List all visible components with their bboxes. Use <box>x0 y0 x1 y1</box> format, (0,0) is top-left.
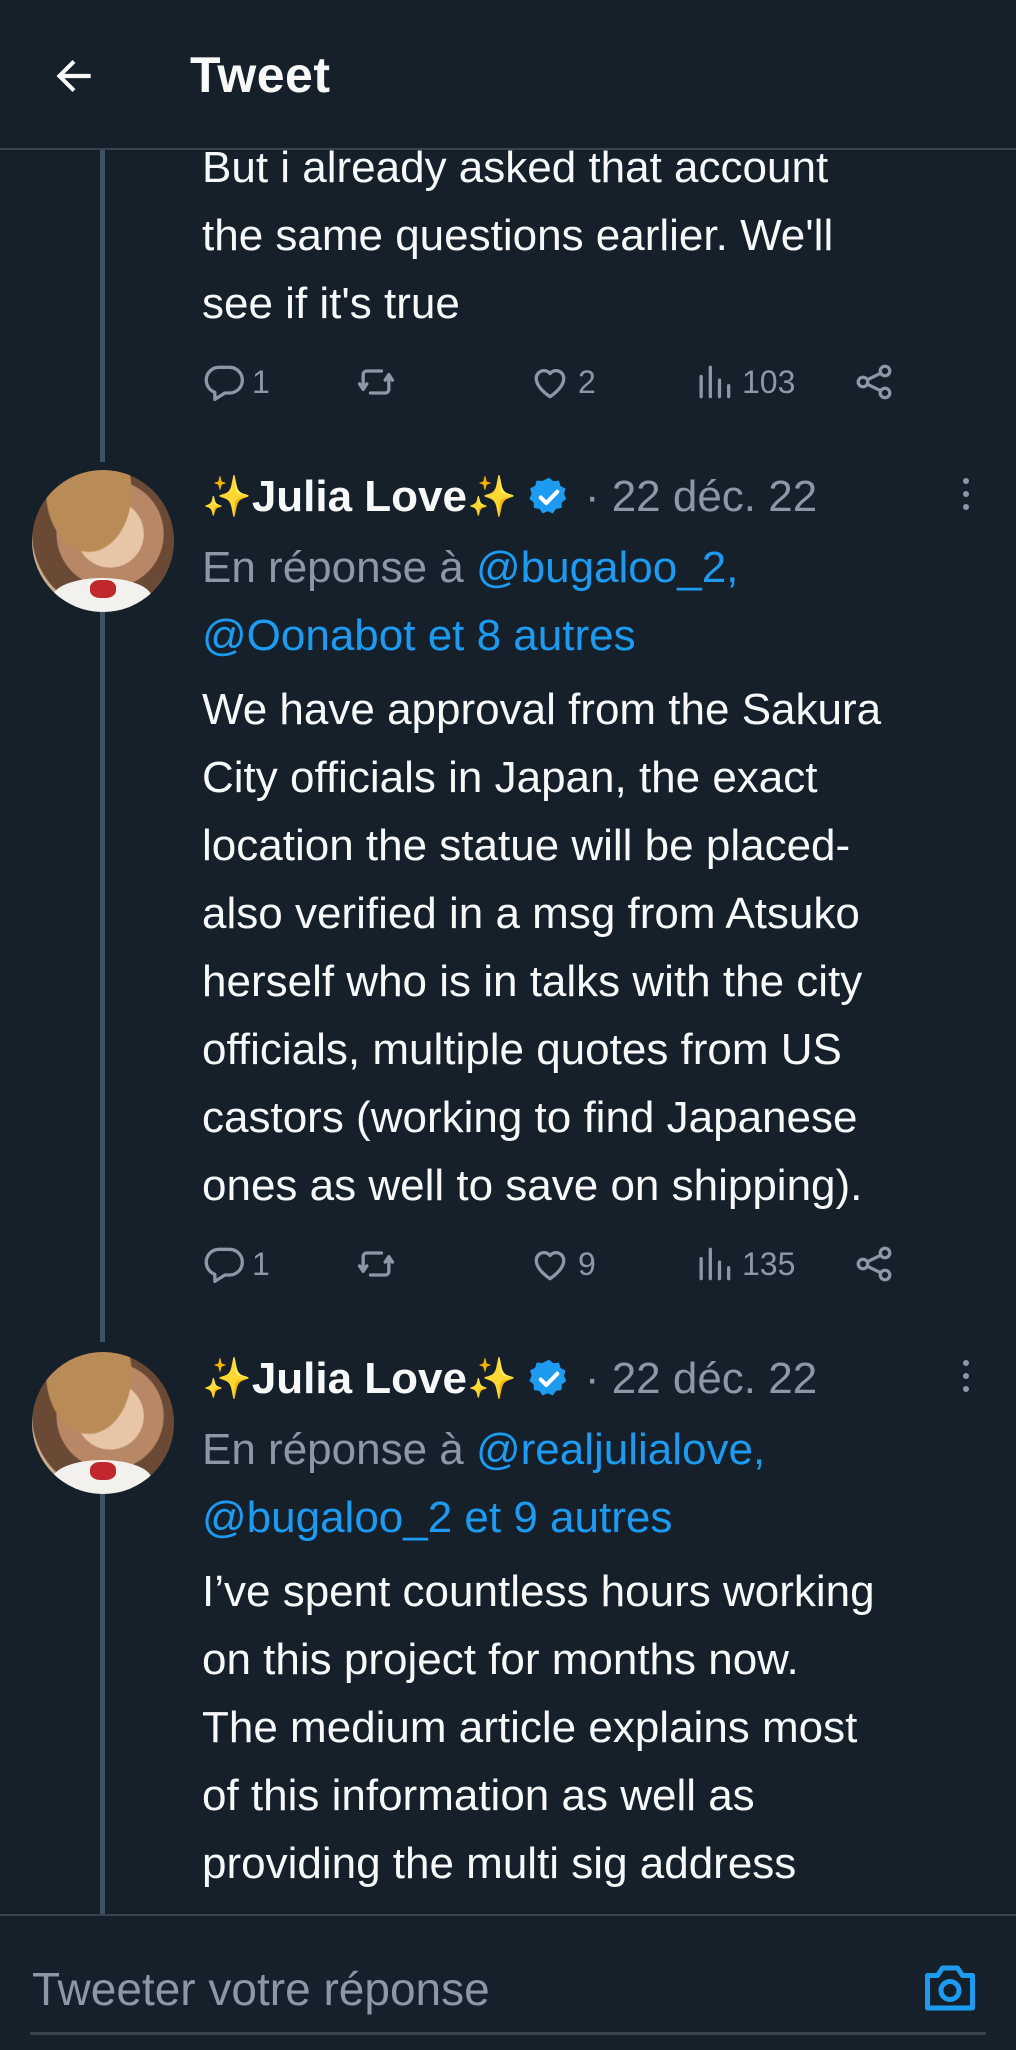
views-button[interactable]: 103 <box>692 352 795 412</box>
heart-icon <box>534 369 566 399</box>
like-button[interactable]: 9 <box>528 1234 596 1294</box>
thread-line <box>100 612 105 1342</box>
sparkle-emoji: ✨ <box>202 1357 252 1401</box>
reply-button[interactable]: 1 <box>202 1234 270 1294</box>
views-bar-chart-icon <box>699 1247 731 1281</box>
back-button[interactable] <box>42 44 106 108</box>
thread-line <box>100 1490 105 1914</box>
sparkle-emoji: ✨ <box>202 475 252 519</box>
more-dots-icon <box>963 1360 969 1366</box>
views-button[interactable]: 135 <box>692 1234 795 1294</box>
share-icon <box>856 364 892 400</box>
heart-icon <box>534 1251 566 1281</box>
mention-link[interactable]: @bugaloo_2 et 9 autres <box>202 1493 672 1542</box>
reply-context: @Oonabot et 8 autres <box>202 602 636 670</box>
tweet-date[interactable]: · 22 déc. 22 <box>585 472 817 522</box>
more-options-button[interactable] <box>946 464 986 524</box>
like-button[interactable]: 2 <box>528 352 596 412</box>
reply-composer <box>0 1914 1016 2050</box>
mention-link[interactable]: @bugaloo_2, <box>476 543 738 592</box>
avatar[interactable] <box>32 1352 174 1494</box>
camera-icon <box>925 1965 975 2011</box>
page-title: Tweet <box>190 47 331 103</box>
reply-context: @bugaloo_2 et 9 autres <box>202 1484 672 1552</box>
more-dots-icon <box>963 478 969 484</box>
reply-bubble-icon <box>204 1247 244 1284</box>
avatar[interactable] <box>32 470 174 612</box>
author-name[interactable]: Julia Love <box>252 1354 467 1404</box>
tweet-text: I’ve spent countless hours working on th… <box>202 1567 875 1888</box>
tweet-author-row: ✨ Julia Love ✨ · 22 déc. 22 <box>202 464 817 530</box>
retweet-icon <box>357 1251 395 1277</box>
sparkle-emoji: ✨ <box>467 475 517 519</box>
reply-button[interactable]: 1 <box>202 352 270 412</box>
verified-badge-icon <box>529 1359 567 1396</box>
tweet-actions: 1 2 103 <box>202 352 902 412</box>
share-button[interactable] <box>852 1234 896 1294</box>
thread-line <box>100 148 105 462</box>
retweet-button[interactable] <box>354 352 404 412</box>
retweet-button[interactable] <box>354 1234 404 1294</box>
reply-bubble-icon <box>204 365 244 402</box>
more-options-button[interactable] <box>946 1346 986 1406</box>
top-app-bar: Tweet <box>0 0 1016 150</box>
tweet-actions: 1 9 135 <box>202 1234 902 1294</box>
reply-input[interactable] <box>30 1958 874 2020</box>
camera-button[interactable] <box>920 1960 980 2016</box>
retweet-icon <box>357 369 395 395</box>
arrow-left-icon <box>56 59 91 93</box>
reply-context: En réponse à @bugaloo_2, <box>202 543 739 592</box>
reply-context: En réponse à @realjulialove, <box>202 1425 766 1474</box>
input-underline <box>30 2032 986 2035</box>
tweet-text: But i already asked that account the sam… <box>202 143 834 328</box>
mention-link[interactable]: @Oonabot et 8 autres <box>202 611 636 660</box>
share-button[interactable] <box>852 352 896 412</box>
views-bar-chart-icon <box>699 365 731 399</box>
tweet-author-row: ✨ Julia Love ✨ · 22 déc. 22 <box>202 1346 817 1412</box>
share-icon <box>856 1246 892 1282</box>
sparkle-emoji: ✨ <box>467 1357 517 1401</box>
tweet-date[interactable]: · 22 déc. 22 <box>585 1354 817 1404</box>
tweet-text: We have approval from the Sakura City of… <box>202 685 882 1210</box>
verified-badge-icon <box>529 477 567 514</box>
mention-link[interactable]: @realjulialove, <box>476 1425 765 1474</box>
author-name[interactable]: Julia Love <box>252 472 467 522</box>
